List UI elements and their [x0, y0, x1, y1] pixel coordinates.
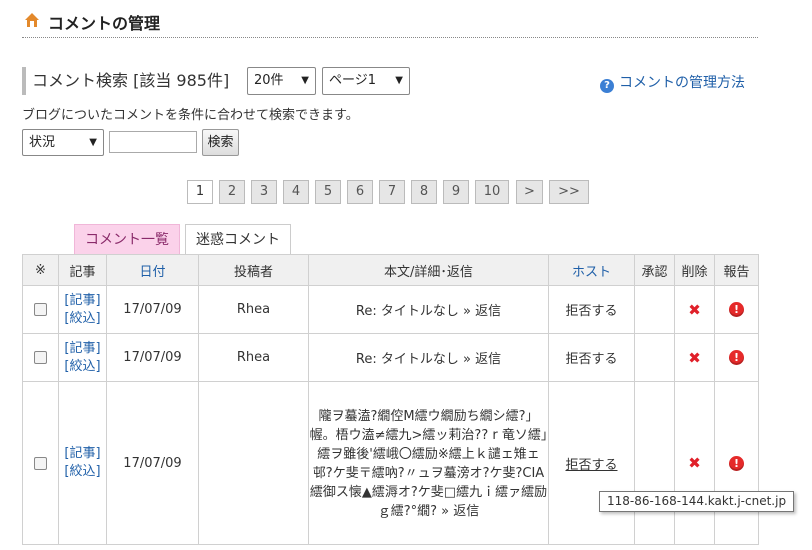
row-approve-cell: [634, 333, 675, 382]
filter-link[interactable]: [絞込]: [64, 359, 100, 374]
page-header: コメントの管理: [22, 8, 758, 38]
row-host-link[interactable]: 拒否する: [548, 285, 635, 334]
page-button[interactable]: 9: [443, 180, 469, 204]
page-button[interactable]: 3: [251, 180, 277, 204]
delete-x-icon[interactable]: ✖: [688, 454, 701, 472]
row-body-link[interactable]: Re: タイトルなし » 返信: [308, 285, 549, 334]
last-page-button[interactable]: >>: [549, 180, 589, 204]
row-author: [198, 381, 309, 545]
row-checkbox[interactable]: [34, 456, 47, 470]
chevron-down-icon: ▼: [301, 75, 309, 86]
header-delete: 削除: [674, 254, 715, 286]
row-date: 17/07/09: [106, 285, 199, 334]
article-link[interactable]: [記事]: [64, 293, 100, 308]
help-link-label: コメントの管理方法: [619, 75, 745, 91]
row-check-cell: [22, 285, 59, 334]
per-page-value: 20件: [254, 73, 284, 88]
header-check: ※: [22, 254, 59, 286]
keyword-input[interactable]: [109, 131, 197, 153]
row-delete-cell: ✖: [674, 285, 715, 334]
filter-link[interactable]: [絞込]: [64, 464, 100, 479]
table-row: [記事] [絞込] 17/07/09 Rhea Re: タイトルなし » 返信 拒…: [22, 285, 759, 334]
page-button[interactable]: 7: [379, 180, 405, 204]
page-title: コメントの管理: [48, 14, 161, 33]
help-icon: ?: [600, 79, 614, 93]
row-checkbox[interactable]: [34, 351, 47, 364]
page-button[interactable]: 4: [283, 180, 309, 204]
row-report-cell: !: [714, 333, 759, 382]
page-button[interactable]: 2: [219, 180, 245, 204]
status-select-value: 状況: [29, 135, 56, 150]
row-body-cell: 隴ヲ蟇溘?繝倥M繧ウ繝励ち繝シ繧?」幄。梧ウ溘≠繧九>繧ッ莉治?? r 竜ソ繧」…: [308, 381, 549, 545]
row-date: 17/07/09: [106, 381, 199, 545]
header-author: 投稿者: [198, 254, 309, 286]
per-page-select[interactable]: 20件 ▼: [247, 67, 316, 95]
status-select[interactable]: 状況 ▼: [22, 129, 104, 156]
row-host-link[interactable]: 拒否する: [548, 333, 635, 382]
page-select[interactable]: ページ1 ▼: [322, 67, 410, 95]
table-header-row: ※ 記事 日付 投稿者 本文/詳細･返信 ホスト 承認 削除 報告: [22, 254, 759, 286]
row-checkbox[interactable]: [34, 303, 47, 316]
article-link[interactable]: [記事]: [64, 341, 100, 356]
help-link[interactable]: ? コメントの管理方法: [600, 72, 745, 93]
search-description: ブログについたコメントを条件に合わせて検索できます。: [22, 108, 359, 123]
tab-comment-list[interactable]: コメント一覧: [74, 224, 180, 254]
row-report-cell: !: [714, 285, 759, 334]
home-icon: [25, 13, 39, 27]
row-date: 17/07/09: [106, 333, 199, 382]
row-body-link[interactable]: Re: タイトルなし » 返信: [308, 333, 549, 382]
page-button[interactable]: 8: [411, 180, 437, 204]
page-button-current[interactable]: 1: [187, 180, 213, 204]
article-link[interactable]: [記事]: [64, 446, 100, 461]
table-row: [記事] [絞込] 17/07/09 Rhea Re: タイトルなし » 返信 拒…: [22, 333, 759, 382]
header-report: 報告: [714, 254, 759, 286]
chevron-down-icon: ▼: [89, 137, 97, 148]
search-button[interactable]: 検索: [202, 129, 239, 156]
report-exclamation-icon[interactable]: !: [729, 350, 744, 365]
report-exclamation-icon[interactable]: !: [729, 455, 744, 471]
header-date[interactable]: 日付: [106, 254, 199, 286]
header-article: 記事: [58, 254, 107, 286]
header-host[interactable]: ホスト: [548, 254, 635, 286]
chevron-down-icon: ▼: [395, 75, 403, 86]
row-check-cell: [22, 333, 59, 382]
delete-x-icon[interactable]: ✖: [688, 349, 701, 367]
filter-link[interactable]: [絞込]: [64, 311, 100, 326]
row-author: Rhea: [198, 333, 309, 382]
row-article-cell: [記事] [絞込]: [58, 285, 107, 334]
header-body: 本文/詳細･返信: [308, 254, 549, 286]
row-approve-cell: [634, 285, 675, 334]
delete-x-icon[interactable]: ✖: [688, 301, 701, 319]
row-host-link[interactable]: 拒否する: [548, 381, 635, 545]
page-select-value: ページ1: [329, 73, 377, 88]
report-exclamation-icon[interactable]: !: [729, 302, 744, 317]
tab-spam-comments[interactable]: 迷惑コメント: [185, 224, 291, 254]
row-report-cell: !: [714, 381, 759, 545]
page-button[interactable]: 10: [475, 180, 509, 204]
row-delete-cell: ✖: [674, 333, 715, 382]
host-tooltip: 118-86-168-144.kakt.j-cnet.jp: [599, 491, 795, 512]
search-heading: コメント検索 [該当 985件]: [22, 67, 229, 95]
row-author: Rhea: [198, 285, 309, 334]
page-button[interactable]: 5: [315, 180, 341, 204]
row-approve-cell: [634, 381, 675, 545]
table-row: [記事] [絞込] 17/07/09 隴ヲ蟇溘?繝倥M繧ウ繝励ち繝シ繧?」幄。梧ウ…: [22, 381, 759, 545]
header-approve: 承認: [634, 254, 675, 286]
page-button[interactable]: 6: [347, 180, 373, 204]
row-check-cell: [22, 381, 59, 545]
row-article-cell: [記事] [絞込]: [58, 381, 107, 545]
row-article-cell: [記事] [絞込]: [58, 333, 107, 382]
next-page-button[interactable]: >: [516, 180, 543, 204]
row-body-link[interactable]: 隴ヲ蟇溘?繝倥M繧ウ繝励ち繝シ繧?」幄。梧ウ溘≠繧九>繧ッ莉治?? r 竜ソ繧」…: [309, 405, 548, 521]
row-delete-cell: ✖: [674, 381, 715, 545]
